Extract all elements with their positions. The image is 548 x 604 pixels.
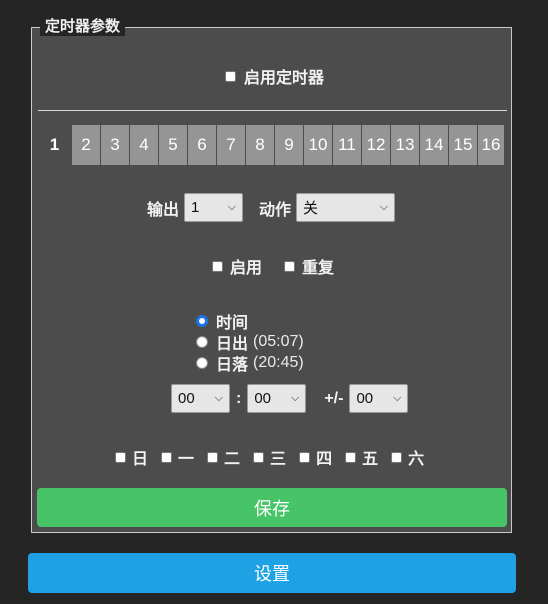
chevron-down-icon: ⌵ [214,392,223,404]
day-label-mon: 一 [178,451,195,468]
day-label-fri: 五 [362,451,379,468]
repeat-label: 重复 [302,260,335,277]
tab-4[interactable]: 4 [130,125,159,165]
chevron-down-icon: ⌵ [227,201,237,213]
output-select[interactable]: 1 ⌵ [184,193,244,222]
minute-select[interactable]: 00 ⌵ [247,384,307,413]
mode-sunset-option[interactable]: 日落 (20:45) [196,351,304,375]
action-select-value: 关 [303,200,319,217]
tab-15[interactable]: 15 [449,125,478,165]
day-label-sat: 六 [408,451,425,468]
day-checkbox-fri[interactable] [345,451,357,463]
timer-tabs: 1 2 3 4 5 6 7 8 9 10 11 12 13 14 15 16 [38,125,504,165]
day-checkbox-tue[interactable] [207,451,219,463]
tab-7[interactable]: 7 [217,125,246,165]
tab-8[interactable]: 8 [246,125,275,165]
output-action-row: 输出 1 ⌵ 动作 关 ⌵ [147,193,396,222]
hour-select[interactable]: 00 ⌵ [171,384,230,413]
minute-value: 00 [254,390,272,407]
day-checkbox-wed[interactable] [253,451,265,463]
repeat-checkbox[interactable] [284,260,296,272]
settings-button[interactable]: 设置 [28,553,516,593]
day-label-tue: 二 [224,451,241,468]
enable-label: 启用 [230,260,263,277]
day-checkbox-sat[interactable] [391,451,403,463]
tab-5[interactable]: 5 [159,125,188,165]
enable-repeat-row: 启用 重复 [212,254,334,278]
enable-timer-checkbox[interactable] [225,70,236,82]
tab-3[interactable]: 3 [101,125,130,165]
offset-value: 00 [356,390,374,407]
time-colon: : [236,389,242,407]
sunrise-radio[interactable] [196,336,208,348]
tab-13[interactable]: 13 [391,125,420,165]
time-radio[interactable] [196,315,208,327]
tab-2[interactable]: 2 [72,125,101,165]
day-label-wed: 三 [270,451,287,468]
sunrise-time: (05:07) [253,333,304,350]
action-select[interactable]: 关 ⌵ [296,193,396,222]
action-label: 动作 [259,201,292,219]
day-checkbox-sun[interactable] [115,451,126,463]
tab-1[interactable]: 1 [38,125,72,165]
day-label-thu: 四 [316,451,333,468]
offset-label: +/- [324,389,344,407]
chevron-down-icon: ⌵ [393,392,402,404]
tab-14[interactable]: 14 [420,125,449,165]
chevron-down-icon: ⌵ [290,392,300,404]
day-checkbox-thu[interactable] [299,451,311,463]
day-label-sun: 日 [132,451,149,468]
tab-12[interactable]: 12 [362,125,391,165]
chevron-down-icon: ⌵ [379,201,389,213]
sunset-time: (20:45) [253,354,304,371]
tab-9[interactable]: 9 [275,125,304,165]
tab-11[interactable]: 11 [333,125,362,165]
tab-16[interactable]: 16 [478,125,504,165]
time-row: 00 ⌵ : 00 ⌵ +/- 00 ⌵ [171,384,409,413]
offset-select[interactable]: 00 ⌵ [349,384,409,413]
output-select-value: 1 [191,199,200,216]
save-button[interactable]: 保存 [37,488,507,527]
enable-timer-label: 启用定时器 [244,70,325,87]
days-row: 日 一 二 三 四 五 六 [115,445,424,469]
hour-value: 00 [178,390,195,407]
enable-timer-row: 启用定时器 [225,64,324,88]
tab-6[interactable]: 6 [188,125,217,165]
output-label: 输出 [147,201,180,219]
sunset-label: 日落 [216,357,249,374]
fieldset-legend: 定时器参数 [40,18,126,36]
sunset-radio[interactable] [196,357,208,369]
enable-checkbox[interactable] [212,260,223,272]
day-checkbox-mon[interactable] [161,451,173,463]
tab-10[interactable]: 10 [304,125,333,165]
divider [38,110,507,111]
